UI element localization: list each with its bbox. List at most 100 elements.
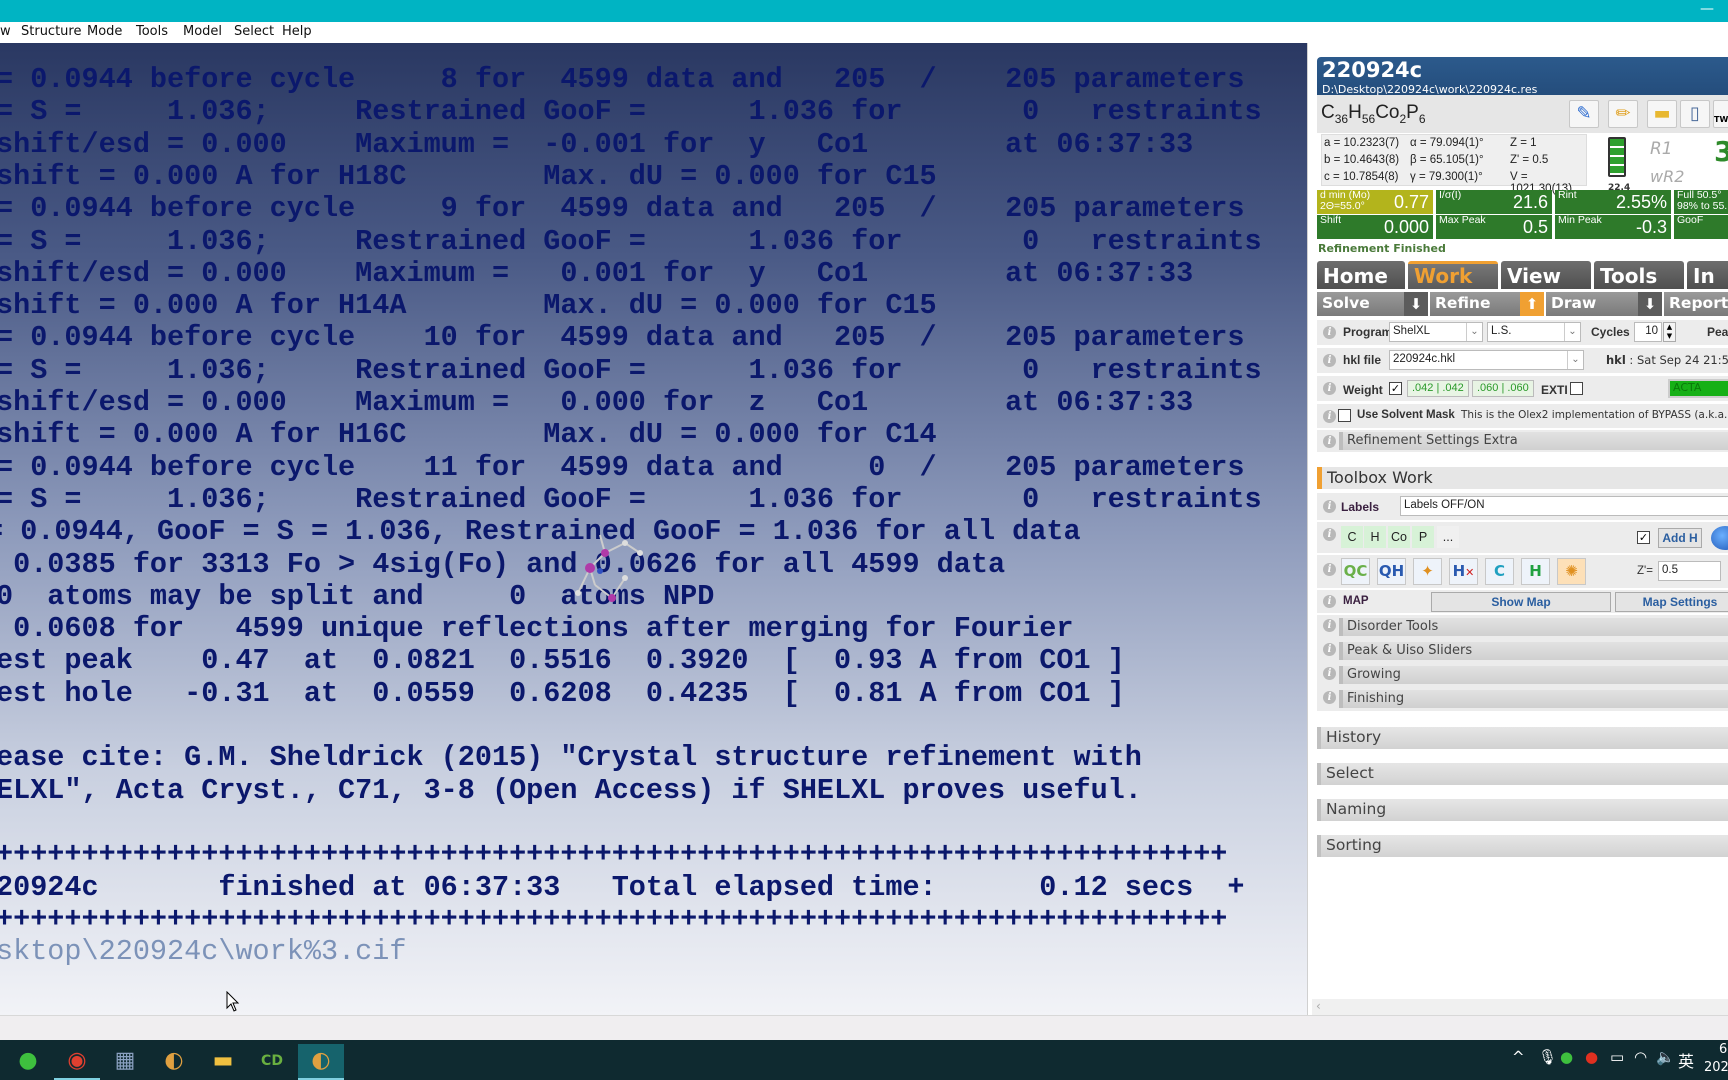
info-icon[interactable]: i: [1323, 528, 1336, 541]
menu-mode[interactable]: Mode: [87, 24, 122, 39]
console-output[interactable]: sktop\220924c\work%3.cif ++++++++++++++++…: [0, 43, 1307, 1015]
exti-checkbox[interactable]: [1570, 382, 1583, 395]
info-icon[interactable]: i: [1323, 410, 1336, 423]
select-section[interactable]: Select: [1317, 763, 1728, 785]
tab-info[interactable]: In: [1687, 261, 1728, 289]
labels-select[interactable]: Labels OFF/ON: [1400, 496, 1728, 516]
add-h-button[interactable]: Add H: [1658, 528, 1702, 548]
horizontal-scrollbar[interactable]: ‹: [1312, 999, 1728, 1015]
edit-atoms-icon[interactable]: ✎: [1569, 100, 1599, 128]
menu-select[interactable]: Select: [234, 24, 274, 39]
add-h-checkbox[interactable]: ✓: [1637, 531, 1650, 544]
exti-label: EXTI: [1541, 383, 1568, 397]
history-section[interactable]: History: [1317, 727, 1728, 749]
element-p-button[interactable]: P: [1412, 526, 1434, 548]
zprime-input[interactable]: 0.5: [1658, 561, 1721, 581]
menu-help[interactable]: Help: [282, 24, 312, 39]
subtab-refine[interactable]: Refine: [1430, 292, 1523, 316]
element-c-button[interactable]: C: [1341, 526, 1363, 548]
tab-home[interactable]: Home: [1317, 261, 1405, 289]
info-icon[interactable]: i: [1323, 643, 1336, 656]
input-method-indicator[interactable]: 英: [1678, 1048, 1694, 1072]
speaker-icon[interactable]: 🔈: [1656, 1048, 1675, 1066]
info-icon[interactable]: i: [1323, 354, 1336, 367]
weight-current[interactable]: .042 | .042: [1407, 380, 1469, 397]
qq-icon[interactable]: ●: [1585, 1048, 1598, 1066]
info-icon[interactable]: i: [1323, 382, 1336, 395]
cycles-input[interactable]: 10: [1634, 322, 1662, 342]
show-hidden-icons[interactable]: ^: [1512, 1048, 1525, 1066]
element-h-button[interactable]: H: [1364, 526, 1386, 548]
peak-uiso-sliders-section[interactable]: Peak & Uiso Sliders: [1339, 642, 1728, 660]
program-select[interactable]: ShelXL ⌄: [1389, 322, 1483, 342]
refinement-settings-extra[interactable]: Refinement Settings Extra: [1339, 432, 1728, 450]
microphone-icon[interactable]: 🎙: [1538, 1048, 1557, 1066]
sorting-section[interactable]: Sorting: [1317, 835, 1728, 857]
info-icon[interactable]: i: [1323, 619, 1336, 632]
calculator-icon[interactable]: ▦: [102, 1044, 148, 1080]
folder-icon[interactable]: ▬: [1647, 100, 1677, 128]
arrow-down-icon[interactable]: ⬇: [1638, 292, 1662, 316]
map-settings-button[interactable]: Map Settings: [1615, 592, 1728, 612]
show-map-button[interactable]: Show Map: [1431, 592, 1611, 612]
info-icon[interactable]: i: [1323, 595, 1336, 608]
center-atoms-icon[interactable]: ✺: [1557, 558, 1586, 585]
delete-h-icon[interactable]: H✕: [1449, 558, 1478, 585]
pencil-icon[interactable]: ✏: [1608, 100, 1638, 128]
clock-time[interactable]: 6: [1719, 1042, 1727, 1057]
element-co-button[interactable]: Co: [1388, 526, 1410, 548]
file-explorer-icon[interactable]: ▬: [200, 1044, 246, 1080]
weight-suggested[interactable]: .060 | .060: [1472, 380, 1534, 397]
tab-work[interactable]: Work: [1408, 261, 1498, 289]
finishing-section[interactable]: Finishing: [1339, 690, 1728, 708]
info-icon[interactable]: i: [1323, 500, 1336, 513]
notebook-icon[interactable]: ▯: [1680, 100, 1710, 128]
menu-view[interactable]: w: [0, 24, 11, 39]
menu-tools[interactable]: Tools: [136, 24, 168, 39]
menu-model[interactable]: Model: [183, 24, 222, 39]
clock-date[interactable]: 202: [1704, 1060, 1728, 1075]
arrow-down-icon[interactable]: ⬇: [1404, 292, 1428, 316]
wechat-icon[interactable]: ●: [5, 1044, 51, 1080]
subtab-solve[interactable]: Solve: [1317, 292, 1407, 316]
battery-charging-icon[interactable]: ▭: [1610, 1048, 1624, 1066]
refresh-q-icon[interactable]: C: [1485, 558, 1514, 585]
more-elements-button[interactable]: ...: [1437, 526, 1459, 548]
twins-icon[interactable]: TWINS: [1713, 100, 1728, 128]
q-to-c-icon[interactable]: QC: [1341, 558, 1370, 585]
acta-button[interactable]: ACTA: [1668, 379, 1728, 398]
tab-view[interactable]: View: [1501, 261, 1591, 289]
chrome-icon[interactable]: ◉: [54, 1044, 100, 1080]
cycles-stepper[interactable]: ▲ ▼: [1663, 322, 1676, 342]
console-line: = S = 1.036; Restrained GooF = 1.036 for…: [0, 95, 1262, 129]
hkl-label: hkl file: [1343, 353, 1382, 367]
clean-broom-icon[interactable]: ✦: [1413, 558, 1442, 585]
menu-structure[interactable]: Structure: [21, 24, 81, 39]
molecule-view[interactable]: [570, 523, 650, 613]
olex2-active-icon[interactable]: ◐: [298, 1044, 344, 1080]
toolbox-work-header[interactable]: Toolbox Work: [1317, 467, 1728, 489]
growing-section[interactable]: Growing: [1339, 666, 1728, 684]
info-icon[interactable]: i: [1323, 435, 1336, 448]
wifi-icon[interactable]: ◠: [1634, 1048, 1647, 1066]
method-select[interactable]: L.S. ⌄: [1487, 322, 1581, 342]
naming-section[interactable]: Naming: [1317, 799, 1728, 821]
minimize-button[interactable]: —: [1700, 0, 1714, 18]
solvent-mask-checkbox[interactable]: [1338, 409, 1351, 422]
q-to-h-icon[interactable]: QH: [1377, 558, 1406, 585]
info-icon[interactable]: i: [1323, 667, 1336, 680]
hkl-file-select[interactable]: 220924c.hkl ⌄: [1389, 350, 1584, 370]
globe-icon[interactable]: [1711, 526, 1728, 550]
info-icon[interactable]: i: [1323, 691, 1336, 704]
wechat-tray-icon[interactable]: ●: [1560, 1048, 1573, 1066]
h-tool-icon[interactable]: H: [1521, 558, 1550, 585]
info-icon[interactable]: i: [1323, 563, 1336, 576]
weight-checkbox[interactable]: ✓: [1389, 382, 1402, 395]
tab-tools[interactable]: Tools: [1594, 261, 1684, 289]
olex2-icon[interactable]: ◐: [151, 1044, 197, 1080]
subtab-report[interactable]: Report: [1664, 292, 1728, 316]
info-icon[interactable]: i: [1323, 326, 1336, 339]
arrow-up-icon[interactable]: ⬆: [1520, 292, 1544, 316]
chemdraw-icon[interactable]: CD: [249, 1044, 295, 1080]
disorder-tools-section[interactable]: Disorder Tools: [1339, 618, 1728, 636]
